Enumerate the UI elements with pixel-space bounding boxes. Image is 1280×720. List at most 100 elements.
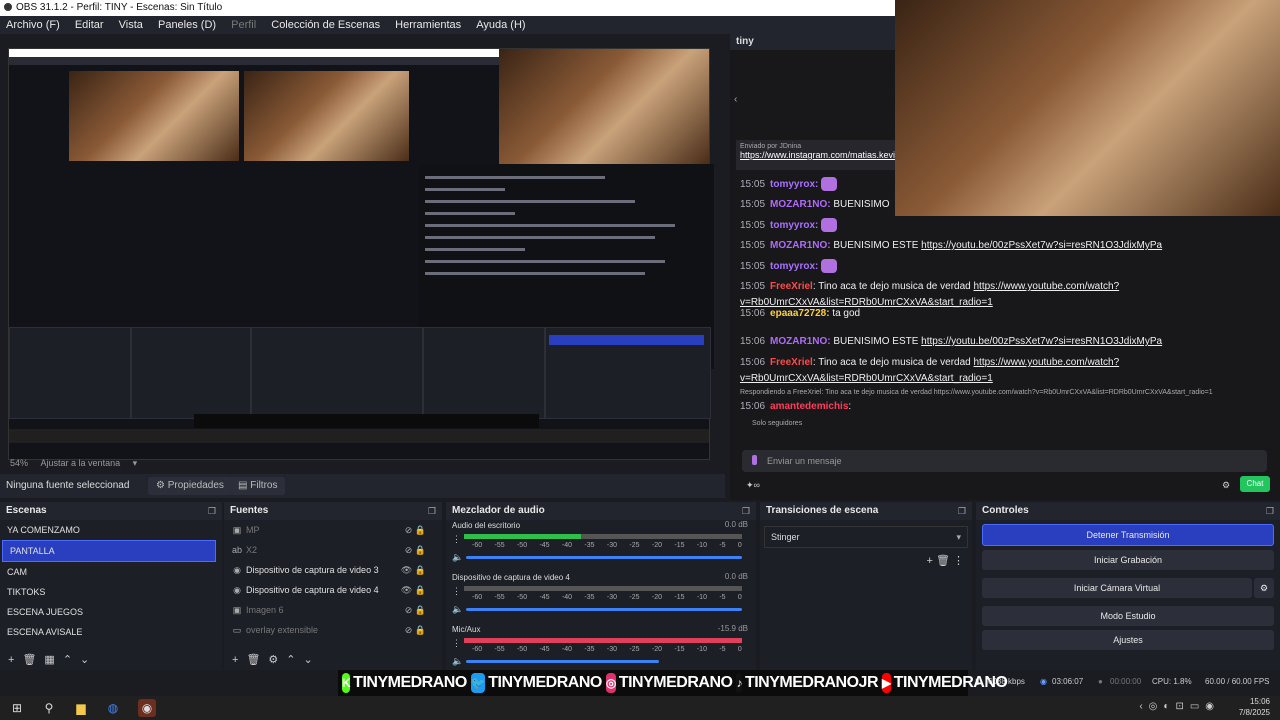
menu-bar: Archivo (F) Editar Vista Paneles (D) Per… (0, 16, 895, 34)
chevron-up-icon[interactable]: ⌃ (286, 654, 295, 666)
scene-item[interactable]: ESCENA JUEGOS (0, 602, 222, 622)
start-recording-button[interactable]: Iniciar Grabación (982, 550, 1274, 570)
preview-zoom-bar: 54% Ajustar a la ventana ▾ (0, 454, 725, 472)
menu-editar[interactable]: Editar (75, 19, 104, 31)
no-source-label: Ninguna fuente seleccionad (6, 480, 130, 491)
speaker-icon[interactable]: 🔈 (452, 604, 463, 615)
undock-icon[interactable]: ❐ (1266, 502, 1274, 520)
filter-icon[interactable]: ▦ (44, 654, 54, 666)
trash-icon[interactable]: 🗑 (936, 555, 950, 567)
cpu-usage: CPU: 1.8% (1152, 677, 1192, 686)
obs-taskbar-icon[interactable]: ◉ (138, 699, 156, 717)
chat-message: 15:05 tomyyrox: (740, 218, 1160, 234)
search-icon[interactable]: ⚲ (40, 699, 58, 717)
chat-send-button[interactable]: Chat (1240, 476, 1270, 492)
filters-button[interactable]: ▤ Filtros (230, 477, 286, 495)
scene-item[interactable]: ESCENA AVISALE (0, 622, 222, 642)
file-explorer-icon[interactable]: ▆ (72, 699, 90, 717)
windows-taskbar: ⊞ ⚲ ▆ ◍ ◉ 15:06 7/8/2025 ‹◎◐⊡▭◉ (0, 696, 1280, 720)
tray-icons[interactable]: ‹◎◐⊡▭◉ (1139, 701, 1220, 712)
settings-button[interactable]: Ajustes (982, 630, 1274, 650)
gear-icon[interactable]: ⚙ (268, 654, 278, 666)
chevron-down-icon[interactable]: ⌄ (80, 654, 89, 666)
chrome-icon[interactable]: ◍ (104, 699, 122, 717)
more-icon[interactable]: ⋮ (953, 555, 964, 567)
source-item[interactable]: ◉ Dispositivo de captura de video 4 👁 🔒 (224, 580, 442, 600)
chat-message: 15:06 epaaa72728: ta god (740, 308, 861, 319)
chevron-left-icon[interactable]: ‹ (734, 94, 737, 105)
undock-icon[interactable]: ❐ (208, 502, 216, 520)
more-icon[interactable]: ⋮ (452, 586, 461, 597)
social-handle: TINYMEDRANO (353, 674, 467, 691)
eye-icon: 👁 🔒 (400, 585, 426, 595)
gear-icon[interactable]: ⚙ (1254, 578, 1274, 598)
chevron-down-icon: ▾ (956, 532, 961, 542)
zoom-level[interactable]: 54% (10, 458, 28, 468)
source-item[interactable]: ab X2 ⊘ 🔒 (224, 540, 442, 560)
scene-item[interactable]: TIKTOKS (0, 582, 222, 602)
source-item[interactable]: ◉ Dispositivo de captura de video 3 👁 🔒 (224, 560, 442, 580)
youtube-icon: ▶ (882, 673, 891, 693)
speaker-icon[interactable]: 🔈 (452, 656, 463, 667)
undock-icon[interactable]: ❐ (958, 502, 966, 520)
virtual-camera-button[interactable]: Iniciar Cámara Virtual (982, 578, 1252, 598)
zoom-fit[interactable]: Ajustar a la ventana (41, 458, 121, 468)
menu-coleccion-escenas[interactable]: Colección de Escenas (271, 19, 380, 31)
webcam-overlay (895, 0, 1280, 216)
chevron-up-icon[interactable]: ⌃ (63, 654, 72, 666)
sources-title: Fuentes (230, 505, 269, 516)
twitter-icon: 🐦 (470, 673, 486, 693)
record-icon: ● (1098, 677, 1103, 686)
add-icon[interactable]: + (232, 654, 238, 666)
text-icon: ab (232, 545, 243, 555)
chat-link[interactable]: https://youtu.be/00zPssXet7w?si=resRN1O3… (921, 240, 1162, 251)
scenes-title: Escenas (6, 505, 47, 516)
speaker-icon[interactable]: 🔈 (452, 552, 463, 563)
chat-message: 15:05 tomyyrox: (740, 259, 1160, 275)
trash-icon[interactable]: 🗑 (246, 654, 260, 666)
volume-meter (464, 586, 742, 591)
bits-icon[interactable] (752, 455, 757, 465)
volume-slider[interactable] (466, 556, 742, 559)
instagram-icon: ◎ (605, 673, 616, 693)
chevron-down-icon[interactable]: ⌄ (304, 654, 313, 666)
transition-select[interactable]: Stinger ▾ (764, 526, 968, 548)
menu-perfil[interactable]: Perfil (231, 19, 256, 31)
camera-icon: ◉ (233, 565, 241, 575)
more-icon[interactable]: ⋮ (452, 534, 461, 545)
source-item[interactable]: ▣ MP ⊘ 🔒 (224, 520, 442, 540)
menu-herramientas[interactable]: Herramientas (395, 19, 461, 31)
volume-slider[interactable] (466, 608, 742, 611)
windows-start-icon[interactable]: ⊞ (8, 699, 26, 717)
more-icon[interactable]: ⋮ (452, 638, 461, 649)
scene-item[interactable]: YA COMENZAMO (0, 520, 222, 540)
controls-dock: Controles ❐ Detener Transmisión Iniciar G… (976, 502, 1280, 670)
clock[interactable]: 15:06 7/8/2025 (1239, 696, 1270, 718)
add-icon[interactable]: + (8, 654, 14, 666)
window-title: OBS 31.1.2 - Perfil: TINY - Escenas: Sin… (16, 2, 223, 13)
chevron-down-icon[interactable]: ▾ (133, 458, 138, 468)
chat-extras-icon[interactable]: ✦∞ (746, 480, 760, 491)
studio-mode-button[interactable]: Modo Estudio (982, 606, 1274, 626)
volume-slider[interactable] (466, 660, 659, 663)
scene-item-selected[interactable]: PANTALLA (2, 540, 216, 562)
scene-item[interactable]: CAM (0, 562, 222, 582)
sources-toolbar: + 🗑 ⚙ ⌃ ⌄ (224, 650, 442, 670)
undock-icon[interactable]: ❐ (742, 502, 750, 520)
chat-link[interactable]: https://youtu.be/00zPssXet7w?si=resRN1O3… (921, 336, 1162, 347)
menu-archivo[interactable]: Archivo (F) (6, 19, 60, 31)
stop-stream-button[interactable]: Detener Transmisión (982, 524, 1274, 546)
menu-ayuda[interactable]: Ayuda (H) (476, 19, 525, 31)
menu-paneles[interactable]: Paneles (D) (158, 19, 216, 31)
chat-input[interactable]: Enviar un mensaje (742, 450, 1267, 472)
source-item[interactable]: ▭ overlay extensible ⊘ 🔒 (224, 620, 442, 640)
fps: 60.00 / 60.00 FPS (1205, 677, 1270, 686)
menu-vista[interactable]: Vista (119, 19, 143, 31)
undock-icon[interactable]: ❐ (428, 502, 436, 520)
gear-icon[interactable]: ⚙ (1222, 480, 1230, 491)
trash-icon[interactable]: 🗑 (22, 654, 36, 666)
source-item[interactable]: ▣ Imagen 6 ⊘ 🔒 (224, 600, 442, 620)
properties-button[interactable]: ⚙ Propiedades (148, 477, 232, 495)
add-icon[interactable]: + (926, 555, 932, 567)
stream-time: 03:06:07 (1052, 677, 1084, 686)
